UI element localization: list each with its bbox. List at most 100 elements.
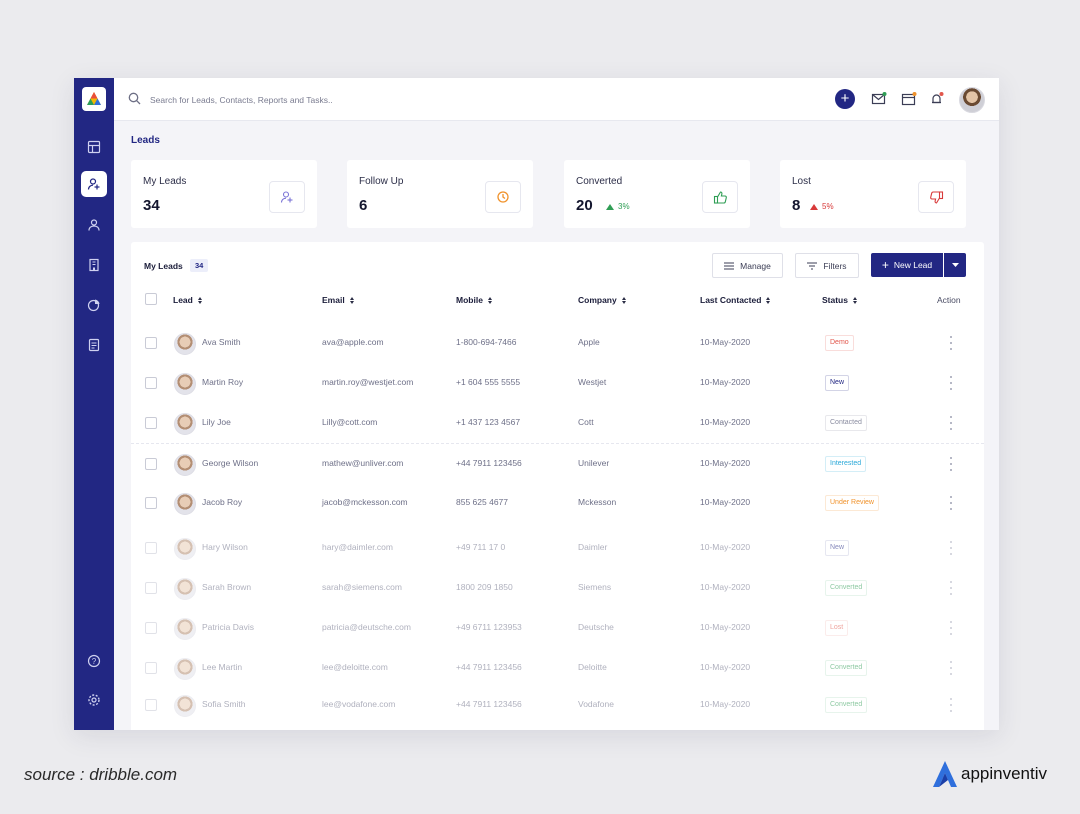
stat-icon-button[interactable]	[485, 181, 521, 213]
manage-button[interactable]: Manage	[712, 253, 783, 278]
row-checkbox[interactable]	[145, 622, 157, 634]
column-header-mobile[interactable]: Mobile	[456, 295, 492, 305]
status-badge: Converted	[825, 580, 868, 596]
lead-email[interactable]: lee@deloitte.com	[322, 662, 388, 672]
table-row[interactable]: Lee Martin lee@deloitte.com +44 7911 12345…	[131, 648, 984, 688]
row-checkbox[interactable]	[145, 377, 157, 389]
table-row[interactable]: George Wilson mathew@unliver.com +44 7911 …	[131, 443, 984, 484]
brand-logo: appinventiv	[932, 760, 1047, 788]
table-row[interactable]: Lily Joe Lilly@cott.com +1 437 123 4567 Cot…	[131, 403, 984, 443]
stat-card-converted[interactable]: Converted 20 3%	[564, 160, 750, 228]
select-all-checkbox[interactable]	[145, 293, 157, 305]
status-badge: Lost	[825, 620, 849, 636]
app-logo[interactable]	[82, 87, 106, 111]
filters-label: Filters	[823, 260, 847, 271]
table-row[interactable]: Sarah Brown sarah@siemens.com 1800 209 185…	[131, 568, 984, 608]
crm-window: ? + Leads My Leads 34 Follow Up 6 Conver…	[74, 78, 999, 730]
sidebar-item-reports[interactable]	[81, 292, 107, 318]
more-actions-icon[interactable]	[949, 376, 953, 390]
table-row[interactable]: Jacob Roy jacob@mckesson.com 855 625 4677 M…	[131, 483, 984, 523]
more-actions-icon[interactable]	[949, 496, 953, 510]
sidebar-item-companies[interactable]	[81, 252, 107, 278]
new-lead-dropdown-button[interactable]	[944, 253, 966, 277]
lead-last-contacted: 10-May-2020	[700, 417, 751, 427]
lead-email[interactable]: patricia@deutsche.com	[322, 622, 411, 632]
stat-card-lost[interactable]: Lost 8 5%	[780, 160, 966, 228]
lead-name[interactable]: Sarah Brown	[202, 582, 251, 592]
lead-name[interactable]: Lee Martin	[202, 662, 242, 672]
mail-icon[interactable]	[871, 91, 887, 107]
lead-email[interactable]: hary@daimler.com	[322, 542, 393, 552]
lead-name[interactable]: Lily Joe	[202, 417, 231, 427]
column-header-last-contacted[interactable]: Last Contacted	[700, 295, 771, 305]
row-checkbox[interactable]	[145, 542, 157, 554]
lead-avatar	[174, 413, 196, 435]
more-actions-icon[interactable]	[949, 457, 953, 471]
row-checkbox[interactable]	[145, 699, 157, 711]
row-checkbox[interactable]	[145, 497, 157, 509]
more-actions-icon[interactable]	[949, 416, 953, 430]
sidebar-item-tasks[interactable]	[81, 332, 107, 358]
stat-card-follow-up[interactable]: Follow Up 6	[347, 160, 533, 228]
filters-button[interactable]: Filters	[795, 253, 859, 278]
stat-card-my-leads[interactable]: My Leads 34	[131, 160, 317, 228]
table-row[interactable]: Ava Smith ava@apple.com 1-800-694-7466 Appl…	[131, 323, 984, 363]
lead-mobile: +1 437 123 4567	[456, 417, 521, 427]
lead-name[interactable]: Ava Smith	[202, 337, 241, 347]
more-actions-icon[interactable]	[949, 336, 953, 350]
more-actions-icon[interactable]	[949, 621, 953, 635]
building-icon	[89, 258, 99, 272]
quick-add-button[interactable]: +	[835, 89, 855, 109]
column-header-lead[interactable]: Lead	[173, 295, 202, 305]
lead-name[interactable]: Patricia Davis	[202, 622, 254, 632]
more-actions-icon[interactable]	[949, 661, 953, 675]
sidebar-item-dashboard[interactable]	[81, 134, 107, 160]
lead-email[interactable]: lee@vodafone.com	[322, 699, 395, 709]
manage-label: Manage	[740, 260, 771, 271]
lead-name[interactable]: Jacob Roy	[202, 497, 242, 507]
lead-company: Westjet	[578, 377, 607, 387]
user-avatar[interactable]	[959, 87, 985, 113]
search-input[interactable]	[148, 90, 512, 110]
calendar-icon[interactable]	[901, 91, 917, 107]
sidebar-item-contacts[interactable]	[81, 212, 107, 238]
stat-icon-button[interactable]	[918, 181, 954, 213]
row-checkbox[interactable]	[145, 337, 157, 349]
lead-email[interactable]: mathew@unliver.com	[322, 458, 403, 468]
bell-icon[interactable]	[929, 91, 945, 107]
row-checkbox[interactable]	[145, 417, 157, 429]
lead-name[interactable]: Martin Roy	[202, 377, 243, 387]
new-lead-button[interactable]: + New Lead	[871, 253, 943, 277]
stat-icon-button[interactable]	[269, 181, 305, 213]
lead-email[interactable]: sarah@siemens.com	[322, 582, 402, 592]
sidebar-item-help[interactable]: ?	[81, 648, 107, 674]
lead-email[interactable]: ava@apple.com	[322, 337, 384, 347]
table-row[interactable]: Martin Roy martin.roy@westjet.com +1 604 5…	[131, 363, 984, 403]
stat-value: 6	[359, 197, 368, 214]
row-checkbox[interactable]	[145, 458, 157, 470]
table-row[interactable]: Hary Wilson hary@daimler.com +49 711 17 0 D…	[131, 528, 984, 568]
row-checkbox[interactable]	[145, 662, 157, 674]
lead-mobile: +49 711 17 0	[456, 542, 506, 552]
stat-value: 8	[792, 197, 801, 214]
thumbs-down-icon	[929, 190, 943, 204]
sidebar-item-leads[interactable]	[81, 171, 107, 197]
table-row[interactable]: Patricia Davis patricia@deutsche.com +49 6…	[131, 608, 984, 648]
more-actions-icon[interactable]	[949, 698, 953, 712]
lead-name[interactable]: George Wilson	[202, 458, 258, 468]
table-row[interactable]: Sofia Smith lee@vodafone.com +44 7911 1234…	[131, 685, 984, 725]
lead-email[interactable]: jacob@mckesson.com	[322, 497, 408, 507]
more-actions-icon[interactable]	[949, 541, 953, 555]
lead-email[interactable]: Lilly@cott.com	[322, 417, 377, 427]
stat-icon-button[interactable]	[702, 181, 738, 213]
lead-name[interactable]: Sofia Smith	[202, 699, 245, 709]
more-actions-icon[interactable]	[949, 581, 953, 595]
lead-email[interactable]: martin.roy@westjet.com	[322, 377, 413, 387]
lead-avatar	[174, 658, 196, 680]
row-checkbox[interactable]	[145, 582, 157, 594]
lead-name[interactable]: Hary Wilson	[202, 542, 248, 552]
sidebar-item-settings[interactable]	[81, 687, 107, 713]
column-header-email[interactable]: Email	[322, 295, 354, 305]
column-header-status[interactable]: Status	[822, 295, 857, 305]
column-header-company[interactable]: Company	[578, 295, 626, 305]
